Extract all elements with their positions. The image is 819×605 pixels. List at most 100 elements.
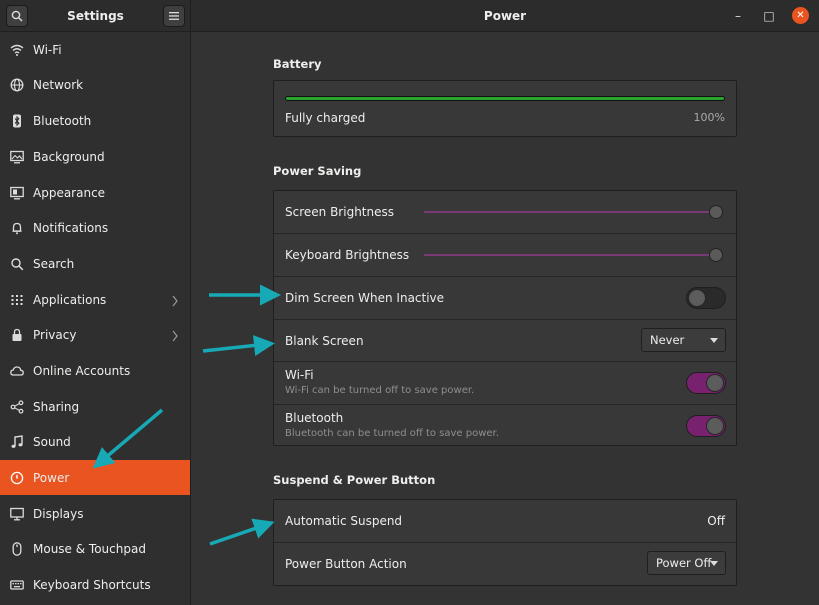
search-icon [10, 257, 24, 271]
maximize-button[interactable]: □ [761, 8, 777, 24]
sidebar-item-notifications[interactable]: Notifications [0, 210, 190, 245]
sidebar-item-label: Notifications [33, 220, 109, 235]
sidebar-item-power[interactable]: Power [0, 460, 190, 495]
slider-handle[interactable] [709, 205, 723, 219]
grid-icon [10, 293, 24, 307]
battery-status: Fully charged [285, 111, 366, 125]
page-title: Power [483, 9, 527, 23]
power-panel: Battery Fully charged 100% Power Saving … [192, 32, 819, 605]
automatic-suspend-row[interactable]: Automatic Suspend Off [274, 500, 736, 543]
battery-frame: Fully charged 100% [273, 80, 737, 137]
battery-level-fill [286, 97, 724, 100]
sidebar-item-privacy[interactable]: Privacy [0, 317, 190, 352]
sidebar-item-sound[interactable]: Sound [0, 424, 190, 459]
hamburger-icon [169, 12, 179, 20]
sidebar-item-label: Applications [33, 292, 107, 307]
dim-screen-row: Dim Screen When Inactive [274, 277, 736, 320]
background-icon [10, 150, 24, 164]
battery-level-bar [285, 96, 725, 101]
blank-screen-dropdown[interactable]: Never [641, 328, 726, 352]
battery-percentage: 100% [693, 111, 725, 124]
network-icon [10, 78, 24, 92]
bluetooth-power-switch[interactable] [686, 415, 726, 437]
sidebar-item-label: Network [33, 77, 84, 92]
appearance-icon [10, 186, 24, 200]
chevron-right-icon [170, 328, 180, 342]
bell-icon [10, 221, 24, 235]
wifi-icon [10, 43, 24, 57]
blank-screen-label: Blank Screen [285, 334, 364, 348]
wifi-power-label: Wi-Fi [285, 368, 314, 382]
sidebar-item-sharing[interactable]: Sharing [0, 389, 190, 424]
blank-screen-row: Blank Screen Never [274, 320, 736, 362]
close-icon: ✕ [796, 10, 805, 21]
sidebar-item-label: Displays [33, 506, 84, 521]
power-button-action-row: Power Button Action Power Off [274, 543, 736, 586]
sidebar-item-label: Sharing [33, 399, 80, 414]
close-button[interactable]: ✕ [792, 7, 809, 24]
sidebar-item-label: Search [33, 256, 75, 271]
sidebar-item-label: Mouse & Touchpad [33, 541, 146, 556]
sidebar-item-wifi[interactable]: Wi-Fi [0, 32, 190, 67]
sidebar-item-keyboard-shortcuts[interactable]: Keyboard Shortcuts [0, 567, 190, 602]
sidebar-item-applications[interactable]: Applications [0, 282, 190, 317]
menu-button[interactable] [163, 5, 185, 27]
bluetooth-icon [10, 114, 24, 128]
suspend-frame: Automatic Suspend Off Power Button Actio… [273, 499, 737, 586]
sidebar-item-search[interactable]: Search [0, 246, 190, 281]
sidebar: Wi-Fi Network Bluetooth Background Appea… [0, 32, 191, 605]
sidebar-item-background[interactable]: Background [0, 139, 190, 174]
blank-screen-value: Never [650, 333, 685, 347]
slider-track [424, 211, 716, 213]
suspend-section-title: Suspend & Power Button [273, 473, 436, 487]
bluetooth-power-label: Bluetooth [285, 411, 344, 425]
minimize-icon: – [735, 9, 741, 23]
lock-icon [10, 328, 24, 342]
chevron-down-icon [710, 338, 718, 343]
bluetooth-power-description: Bluetooth can be turned off to save powe… [285, 428, 499, 439]
sidebar-item-label: Appearance [33, 185, 106, 200]
power-button-action-label: Power Button Action [285, 557, 407, 571]
power-button-action-dropdown[interactable]: Power Off [647, 551, 726, 575]
sidebar-item-label: Bluetooth [33, 113, 92, 128]
keyboard-icon [10, 578, 24, 592]
bluetooth-power-row: Bluetooth Bluetooth can be turned off to… [274, 405, 736, 447]
header-bar: Settings Power – □ ✕ [0, 0, 819, 32]
sidebar-item-label: Privacy [33, 327, 77, 342]
sidebar-item-network[interactable]: Network [0, 67, 190, 102]
mouse-icon [10, 542, 24, 556]
sidebar-item-bluetooth[interactable]: Bluetooth [0, 103, 190, 138]
switch-knob [706, 374, 724, 392]
sidebar-item-appearance[interactable]: Appearance [0, 175, 190, 210]
wifi-power-row: Wi-Fi Wi-Fi can be turned off to save po… [274, 362, 736, 405]
switch-knob [706, 417, 724, 435]
sidebar-item-mouse-touchpad[interactable]: Mouse & Touchpad [0, 531, 190, 566]
battery-section-title: Battery [273, 57, 322, 71]
cloud-icon [10, 364, 24, 378]
automatic-suspend-label: Automatic Suspend [285, 514, 403, 528]
sidebar-item-label: Power [33, 470, 70, 485]
sidebar-item-label: Sound [33, 434, 71, 449]
sidebar-header: Settings [0, 0, 191, 32]
sidebar-item-displays[interactable]: Displays [0, 496, 190, 531]
sidebar-item-label: Online Accounts [33, 363, 131, 378]
sidebar-item-label: Background [33, 149, 105, 164]
share-icon [10, 400, 24, 414]
sidebar-item-online-accounts[interactable]: Online Accounts [0, 353, 190, 388]
wifi-power-switch[interactable] [686, 372, 726, 394]
dim-screen-switch[interactable] [686, 287, 726, 309]
display-icon [10, 507, 24, 521]
keyboard-brightness-slider[interactable] [424, 248, 723, 262]
slider-handle[interactable] [709, 248, 723, 262]
sidebar-item-label: Wi-Fi [33, 42, 62, 57]
screen-brightness-label: Screen Brightness [285, 205, 394, 219]
wifi-power-description: Wi-Fi can be turned off to save power. [285, 385, 475, 396]
settings-window: Settings Power – □ ✕ Wi-Fi Network Bluet… [0, 0, 819, 605]
automatic-suspend-value: Off [707, 514, 725, 528]
screen-brightness-slider[interactable] [424, 205, 723, 219]
switch-knob [688, 289, 706, 307]
slider-track [424, 254, 716, 256]
music-note-icon [10, 435, 24, 449]
maximize-icon: □ [763, 9, 775, 23]
minimize-button[interactable]: – [730, 8, 746, 24]
